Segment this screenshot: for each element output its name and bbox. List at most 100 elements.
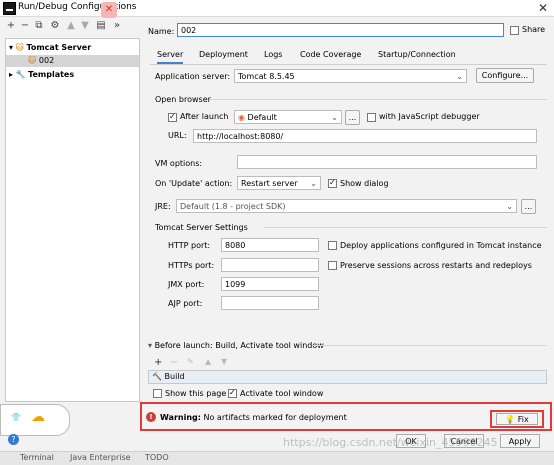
fix-button[interactable]: 💡 Fix (496, 413, 538, 425)
jmx-port-input[interactable]: 1099 (221, 277, 319, 291)
edit-task-icon[interactable]: ✎ (187, 357, 194, 366)
chevron-down-icon: ⌄ (456, 72, 463, 81)
chevron-down-icon: ▾ (148, 341, 153, 350)
copy-icon[interactable]: ⧉ (33, 20, 45, 32)
http-port-label: HTTP port: (168, 241, 211, 250)
folder-icon[interactable]: ▤ (95, 20, 107, 32)
divider (210, 99, 547, 100)
move-up-icon[interactable]: ▲ (65, 20, 77, 32)
before-launch-toggle[interactable]: ▾ Before launch: Build, Activate tool wi… (148, 341, 324, 350)
tomcat-icon: 🐱 (28, 56, 37, 65)
overlay-badge-icon: ✕ (101, 2, 117, 18)
url-input[interactable]: http://localhost:8080/ (193, 129, 537, 143)
share-checkbox-box[interactable] (510, 26, 519, 35)
app-server-label: Application server: (155, 72, 231, 81)
tree-node-label: 002 (38, 56, 55, 65)
tab-startup-connection[interactable]: Startup/Connection (378, 48, 456, 62)
js-debugger-checkbox[interactable] (367, 113, 376, 122)
list-item[interactable]: 🔨 Build (149, 371, 546, 383)
vm-options-input[interactable] (237, 155, 537, 169)
jre-select[interactable]: Default (1.8 - project SDK) ⌄ (176, 199, 517, 213)
add-icon[interactable]: + (5, 20, 17, 32)
show-dialog-label: Show dialog (340, 179, 389, 188)
jre-browse-button[interactable]: ... (521, 199, 536, 214)
tree-node-002[interactable]: 🐱 002 (6, 55, 139, 67)
configure-button[interactable]: Configure... (476, 68, 534, 83)
share-label: Share (522, 25, 546, 34)
app-server-value: Tomcat 8.5.45 (238, 72, 295, 81)
deploy-apps-checkbox[interactable] (328, 241, 337, 250)
tab-server[interactable]: Server (157, 48, 184, 64)
build-label: Build (164, 372, 185, 381)
browser-select[interactable]: ◉ Default ⌄ (234, 110, 342, 124)
show-page-checkbox[interactable] (153, 389, 162, 398)
browser-settings-button[interactable]: ... (345, 110, 360, 125)
tab-deployment[interactable]: Deployment (199, 48, 248, 62)
add-task-icon[interactable]: + (154, 357, 162, 368)
tab-divider (150, 64, 547, 65)
build-icon: 🔨 (152, 372, 162, 381)
more-icon[interactable]: » (111, 20, 123, 32)
watermark: https://blog.csdn.net/weixin_45590245 (283, 436, 498, 449)
warning-message: Warning: No artifacts marked for deploym… (160, 413, 347, 422)
floating-widget[interactable]: 👕 ☁ (0, 404, 70, 436)
tree-node-label: Templates (28, 70, 75, 79)
activate-window-checkbox[interactable] (228, 388, 237, 398)
show-dialog-checkbox[interactable] (328, 178, 337, 188)
warning-text: No artifacts marked for deployment (203, 413, 347, 422)
tree-node-templates[interactable]: ▸ 🔧 Templates (9, 69, 74, 81)
remove-icon[interactable]: − (19, 20, 31, 32)
chevron-down-icon: ⌄ (310, 179, 317, 188)
close-icon[interactable]: ✕ (538, 1, 548, 15)
chevron-right-icon[interactable]: ▸ (9, 70, 13, 79)
ajp-port-label: AJP port: (168, 299, 203, 308)
https-port-input[interactable] (221, 258, 319, 272)
js-debugger-label: with JavaScript debugger (379, 112, 480, 121)
app-icon (3, 2, 16, 15)
remove-task-icon[interactable]: − (170, 357, 178, 368)
app-server-select[interactable]: Tomcat 8.5.45 ⌄ (234, 69, 467, 83)
status-terminal[interactable]: Terminal (20, 453, 54, 462)
chevron-down-icon[interactable]: ▾ (9, 43, 13, 52)
status-java-enterprise[interactable]: Java Enterprise (70, 453, 131, 462)
tomcat-settings-section: Tomcat Server Settings (155, 223, 248, 232)
tree-node-label: Tomcat Server (26, 43, 92, 52)
fix-label: Fix (517, 415, 529, 424)
warning-prefix: Warning: (160, 413, 201, 422)
bulb-icon: 💡 (505, 415, 516, 424)
jre-value: Default (1.8 - project SDK) (180, 202, 286, 211)
move-down-icon[interactable]: ▼ (221, 357, 227, 366)
http-port-input[interactable]: 8080 (221, 238, 319, 252)
activate-window-label: Activate tool window (240, 389, 324, 398)
config-tree: ▾ 🐱 Tomcat Server 🐱 002 ▸ 🔧 Templates (5, 38, 140, 402)
on-update-label: On 'Update' action: (155, 179, 233, 188)
on-update-select[interactable]: Restart server ⌄ (237, 176, 321, 190)
jre-label: JRE: (155, 202, 171, 211)
move-down-icon[interactable]: ▼ (79, 20, 91, 32)
help-icon[interactable]: ? (8, 434, 19, 445)
tomcat-icon: 🐱 (15, 43, 24, 52)
shirt-icon: 👕 (11, 413, 21, 422)
tree-node-tomcat-server[interactable]: ▾ 🐱 Tomcat Server (9, 42, 91, 54)
wrench-icon: 🔧 (15, 70, 26, 79)
browser-value: Default (247, 113, 277, 122)
name-input[interactable]: 002 (177, 23, 504, 37)
after-launch-label: After launch (180, 112, 229, 121)
apply-button[interactable]: Apply (500, 434, 540, 448)
status-todo[interactable]: TODO (145, 453, 169, 462)
move-up-icon[interactable]: ▲ (205, 357, 211, 366)
ajp-port-input[interactable] (221, 296, 319, 310)
vm-options-label: VM options: (155, 159, 203, 168)
deploy-apps-label: Deploy applications configured in Tomcat… (340, 241, 542, 250)
url-label: URL: (168, 131, 187, 140)
after-launch-checkbox[interactable] (168, 112, 177, 122)
tab-logs[interactable]: Logs (264, 48, 282, 62)
wrench-icon[interactable]: ⚙ (49, 20, 61, 32)
rainbow-icon: ☁ (31, 409, 45, 425)
before-launch-label: Before launch: Build, Activate tool wind… (154, 341, 324, 350)
tab-code-coverage[interactable]: Code Coverage (300, 48, 361, 62)
on-update-value: Restart server (241, 179, 298, 188)
preserve-sessions-checkbox[interactable] (328, 261, 337, 270)
preserve-sessions-label: Preserve sessions across restarts and re… (340, 261, 532, 270)
chevron-down-icon: ⌄ (331, 113, 338, 122)
